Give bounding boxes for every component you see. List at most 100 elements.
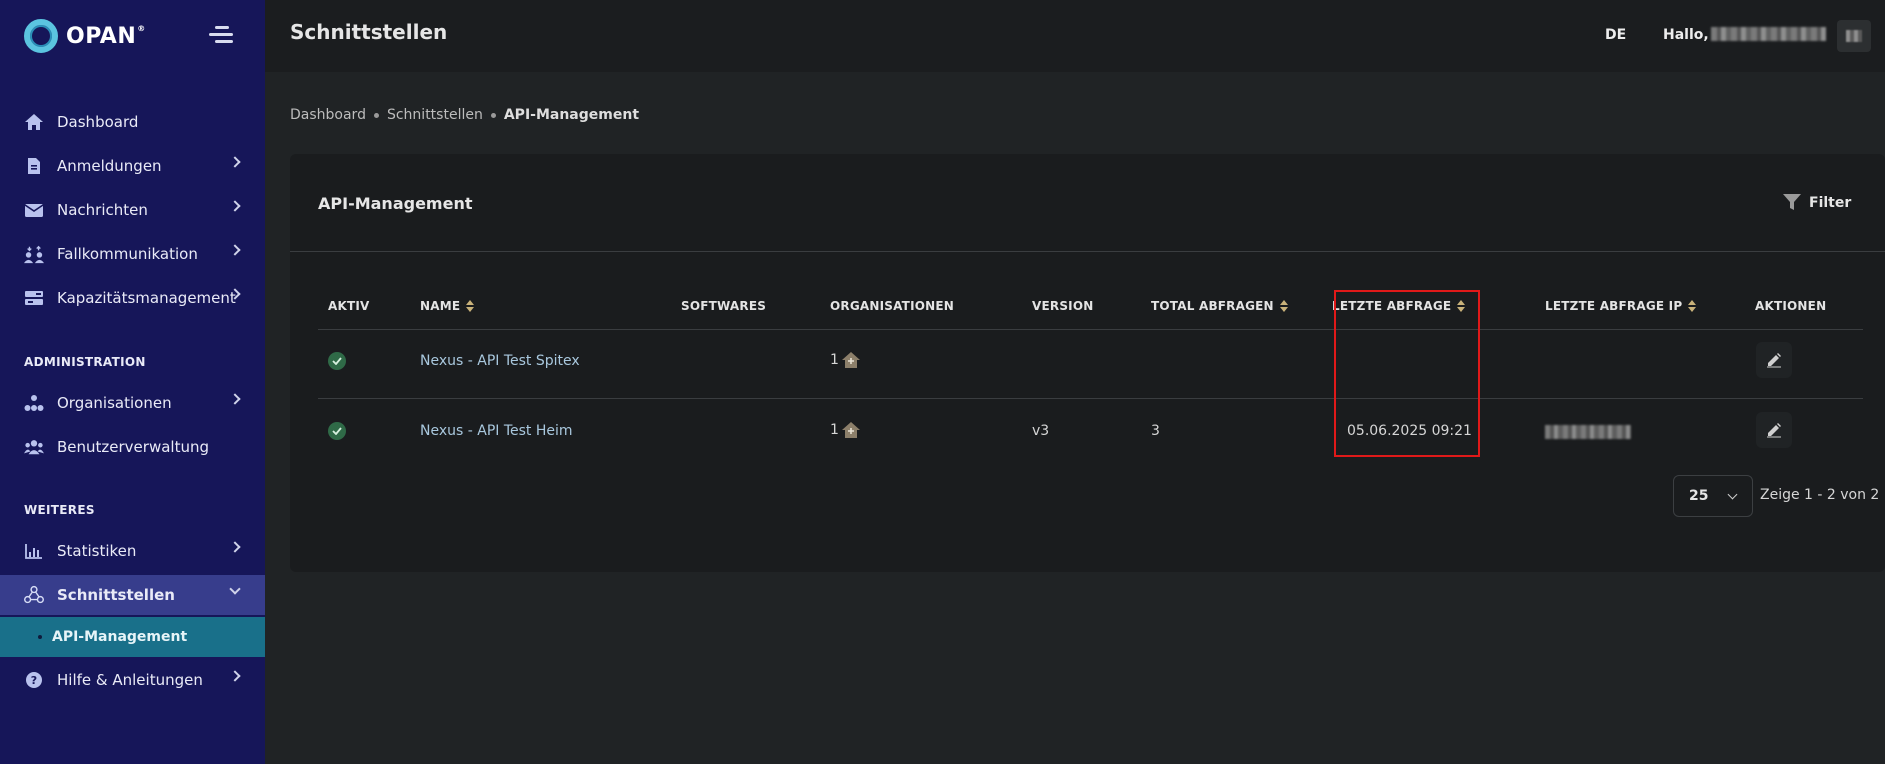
card-title: API-Management bbox=[318, 194, 473, 213]
sidebar-item-label: Fallkommunikation bbox=[57, 245, 198, 263]
page-title: Schnittstellen bbox=[290, 20, 448, 44]
breadcrumb: Dashboard Schnittstellen API-Management bbox=[290, 107, 639, 123]
brand-name: OPAN® bbox=[66, 23, 146, 49]
sidebar-item-anmeldungen[interactable]: Anmeldungen bbox=[0, 146, 265, 186]
chevron-right-icon bbox=[229, 244, 241, 256]
chevron-right-icon bbox=[229, 670, 241, 682]
document-icon bbox=[24, 156, 44, 176]
edit-button[interactable] bbox=[1756, 412, 1792, 448]
column-header-aktionen: AKTIONEN bbox=[1755, 299, 1827, 313]
filter-label: Filter bbox=[1809, 194, 1852, 211]
check-circle-icon bbox=[328, 422, 346, 440]
ip-cell-redacted bbox=[1545, 425, 1631, 439]
sort-icon[interactable] bbox=[1688, 300, 1697, 312]
breadcrumb-current: API-Management bbox=[503, 107, 640, 123]
user-name-redacted bbox=[1711, 27, 1826, 41]
sidebar-item-label: Organisationen bbox=[57, 394, 172, 412]
opan-logo-icon bbox=[24, 19, 58, 53]
page-size-value: 25 bbox=[1689, 488, 1709, 504]
language-switcher[interactable]: DE bbox=[1605, 27, 1626, 43]
organisation-house-icon bbox=[841, 352, 860, 368]
column-header-name[interactable]: NAME bbox=[420, 299, 475, 313]
total-abfragen-cell: 3 bbox=[1151, 423, 1160, 439]
sidebar-item-nachrichten[interactable]: Nachrichten bbox=[0, 190, 265, 230]
sidebar-item-fallkommunikation[interactable]: Fallkommunikation bbox=[0, 234, 265, 274]
sidebar-item-label: Schnittstellen bbox=[57, 586, 175, 604]
chevron-down-icon bbox=[1727, 489, 1738, 500]
sidebar-item-organisationen[interactable]: Organisationen bbox=[0, 383, 265, 423]
brand-logo[interactable]: OPAN® bbox=[24, 18, 146, 54]
top-bar: Schnittstellen bbox=[265, 0, 1885, 72]
sidebar-item-label: Statistiken bbox=[57, 542, 137, 560]
breadcrumb-separator bbox=[490, 112, 496, 118]
breadcrumb-schnittstellen[interactable]: Schnittstellen bbox=[387, 107, 483, 123]
edit-icon bbox=[1767, 423, 1781, 438]
svg-text:?: ? bbox=[31, 674, 37, 687]
sidebar-subitem-label: API-Management bbox=[52, 629, 188, 645]
home-icon bbox=[24, 112, 44, 132]
section-title-administration: ADMINISTRATION bbox=[24, 355, 146, 369]
api-name-link[interactable]: Nexus - API Test Spitex bbox=[420, 353, 580, 369]
avatar[interactable] bbox=[1837, 20, 1871, 52]
column-header-letzte-abfrage[interactable]: LETZTE ABFRAGE bbox=[1332, 299, 1466, 313]
stats-icon bbox=[24, 541, 44, 561]
filter-button[interactable]: Filter bbox=[1783, 194, 1851, 211]
sidebar-item-statistiken[interactable]: Statistiken bbox=[0, 531, 265, 571]
column-header-softwares: SOFTWARES bbox=[681, 299, 767, 313]
active-status bbox=[328, 422, 346, 440]
table-divider bbox=[318, 398, 1863, 399]
api-name-link[interactable]: Nexus - API Test Heim bbox=[420, 423, 573, 439]
sidebar-item-label: Dashboard bbox=[57, 113, 139, 131]
bullet-icon bbox=[38, 635, 42, 639]
chevron-right-icon bbox=[229, 200, 241, 212]
sidebar-item-label: Hilfe & Anleitungen bbox=[57, 671, 203, 689]
edit-button[interactable] bbox=[1756, 342, 1792, 378]
chevron-down-icon bbox=[229, 583, 241, 595]
sidebar-item-dashboard[interactable]: Dashboard bbox=[0, 102, 265, 142]
check-circle-icon bbox=[328, 352, 346, 370]
sidebar-item-schnittstellen[interactable]: Schnittstellen bbox=[0, 575, 265, 615]
chevron-right-icon bbox=[229, 393, 241, 405]
breadcrumb-separator bbox=[373, 112, 379, 118]
edit-icon bbox=[1767, 353, 1781, 368]
api-management-card: API-Management Filter AKTIV NAME SOFTWAR… bbox=[290, 154, 1885, 572]
sort-icon[interactable] bbox=[1457, 300, 1466, 312]
column-header-letzte-abfrage-ip[interactable]: LETZTE ABFRAGE IP bbox=[1545, 299, 1697, 313]
sort-icon[interactable] bbox=[1279, 300, 1288, 312]
organisationen-cell: 1 bbox=[830, 351, 861, 369]
pagination-info: Zeige 1 - 2 von 2 bbox=[1760, 487, 1880, 503]
menu-toggle-icon[interactable] bbox=[209, 25, 233, 45]
divider bbox=[290, 251, 1885, 252]
interfaces-icon bbox=[24, 585, 44, 605]
section-title-weiteres: WEITERES bbox=[24, 503, 95, 517]
version-cell: v3 bbox=[1032, 423, 1050, 439]
sidebar: OPAN® Dashboard Anmeldungen Nachrichten … bbox=[0, 0, 265, 764]
people-exchange-icon bbox=[24, 244, 44, 264]
column-header-organisationen: ORGANISATIONEN bbox=[830, 299, 955, 313]
org-chart-icon bbox=[24, 393, 44, 413]
sidebar-item-label: Kapazitätsmanagement bbox=[57, 289, 236, 307]
org-count: 1 bbox=[830, 352, 839, 368]
sidebar-item-hilfe[interactable]: ? Hilfe & Anleitungen bbox=[0, 660, 265, 700]
active-status bbox=[328, 352, 346, 370]
organisation-house-icon bbox=[841, 422, 860, 438]
help-icon: ? bbox=[24, 670, 44, 690]
users-icon bbox=[24, 437, 44, 457]
sort-icon[interactable] bbox=[466, 300, 475, 312]
capacity-icon bbox=[24, 288, 44, 308]
column-header-version: VERSION bbox=[1032, 299, 1094, 313]
organisationen-cell: 1 bbox=[830, 421, 861, 439]
sidebar-item-label: Benutzerverwaltung bbox=[57, 438, 209, 456]
chevron-right-icon bbox=[229, 541, 241, 553]
sidebar-item-kapazitaetsmanagement[interactable]: Kapazitätsmanagement bbox=[0, 278, 265, 318]
greeting-label: Hallo, bbox=[1663, 27, 1709, 43]
sidebar-subitem-api-management[interactable]: API-Management bbox=[0, 617, 265, 657]
page-size-select[interactable]: 25 bbox=[1673, 475, 1753, 517]
sidebar-item-benutzerverwaltung[interactable]: Benutzerverwaltung bbox=[0, 427, 265, 467]
sidebar-item-label: Anmeldungen bbox=[57, 157, 162, 175]
chevron-right-icon bbox=[229, 156, 241, 168]
table-divider bbox=[318, 329, 1863, 330]
org-count: 1 bbox=[830, 422, 839, 438]
breadcrumb-dashboard[interactable]: Dashboard bbox=[290, 107, 366, 123]
column-header-total-abfragen[interactable]: TOTAL ABFRAGEN bbox=[1151, 299, 1288, 313]
